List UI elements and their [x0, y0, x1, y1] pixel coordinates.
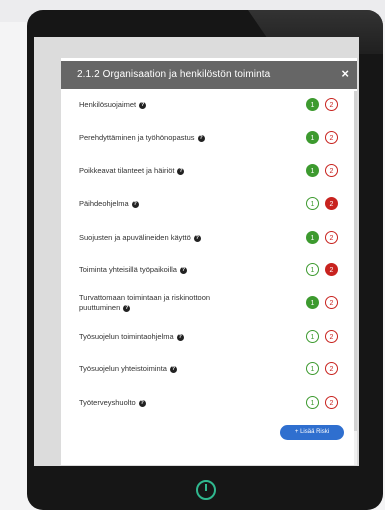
help-icon[interactable]: ?	[139, 101, 147, 109]
scroll-thumb[interactable]	[354, 91, 357, 431]
item-label: Päihdeohjelma?	[79, 199, 139, 208]
close-icon[interactable]: ×	[341, 66, 349, 81]
help-icon[interactable]: ?	[176, 333, 184, 341]
risk-level-2-badge[interactable]: 2	[325, 330, 338, 343]
risk-level-2-badge[interactable]: 2	[325, 296, 338, 309]
item-label: Turvattomaan toimintaan ja riskinottoon p…	[79, 293, 211, 312]
item-label: Henkilösuojaimet?	[79, 100, 147, 109]
help-icon[interactable]: ?	[123, 304, 131, 312]
risk-level-2-badge[interactable]: 2	[325, 396, 338, 409]
risk-level-2-badge[interactable]: 2	[325, 131, 338, 144]
risk-level-1-badge[interactable]: 1	[306, 164, 319, 177]
help-icon[interactable]: ?	[138, 399, 146, 407]
risk-level-1-badge[interactable]: 1	[306, 197, 319, 210]
risk-level-1-badge[interactable]: 1	[306, 362, 319, 375]
risk-level-2-badge[interactable]: 2	[325, 263, 338, 276]
item-label: Työsuojelun toimintaohjelma?	[79, 332, 184, 341]
risk-level-1-badge[interactable]: 1	[306, 330, 319, 343]
help-icon[interactable]: ?	[193, 234, 201, 242]
help-icon[interactable]: ?	[197, 134, 205, 142]
power-button-icon[interactable]	[196, 480, 216, 500]
risk-level-1-badge[interactable]: 1	[306, 98, 319, 111]
modal-header: 2.1.2 Organisaation ja henkilöstön toimi…	[61, 61, 357, 89]
risk-level-1-badge[interactable]: 1	[306, 263, 319, 276]
item-label: Työsuojelun yhteistoiminta?	[79, 364, 177, 373]
help-icon[interactable]: ?	[177, 167, 185, 175]
help-icon[interactable]: ?	[179, 266, 187, 274]
risk-level-2-badge[interactable]: 2	[325, 164, 338, 177]
risk-level-2-badge[interactable]: 2	[325, 197, 338, 210]
help-icon[interactable]: ?	[131, 200, 139, 208]
risk-level-1-badge[interactable]: 1	[306, 296, 319, 309]
add-risk-button[interactable]: + Lisää Riski	[280, 425, 344, 440]
scrollbar[interactable]	[354, 91, 357, 465]
risk-level-1-badge[interactable]: 1	[306, 131, 319, 144]
item-label: Työterveyshuolto?	[79, 398, 146, 407]
item-label: Perehdyttäminen ja työhönopastus?	[79, 133, 205, 142]
modal-title: 2.1.2 Organisaation ja henkilöstön toimi…	[77, 69, 271, 80]
risk-level-1-badge[interactable]: 1	[306, 231, 319, 244]
item-label: Toiminta yhteisillä työpaikoilla?	[79, 265, 187, 274]
item-label: Poikkeavat tilanteet ja häiriöt?	[79, 166, 185, 175]
item-label: Suojusten ja apuvälineiden käyttö?	[79, 233, 201, 242]
risk-level-2-badge[interactable]: 2	[325, 362, 338, 375]
risk-level-2-badge[interactable]: 2	[325, 98, 338, 111]
help-icon[interactable]: ?	[169, 365, 177, 373]
risk-modal: 2.1.2 Organisaation ja henkilöstön toimi…	[61, 58, 357, 465]
risk-level-2-badge[interactable]: 2	[325, 231, 338, 244]
risk-level-1-badge[interactable]: 1	[306, 396, 319, 409]
